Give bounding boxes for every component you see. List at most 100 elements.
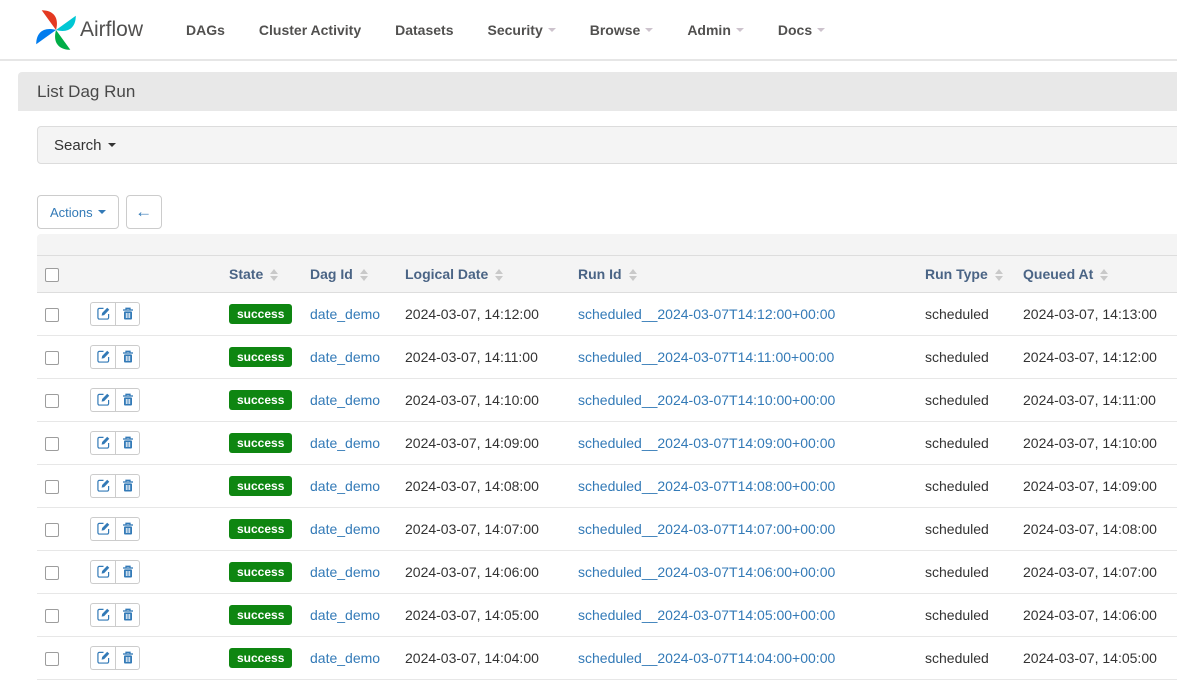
trash-icon — [122, 436, 134, 449]
logical-date-cell: 2024-03-07, 14:08:00 — [397, 464, 570, 507]
edit-button[interactable] — [90, 560, 115, 584]
run-type-cell: scheduled — [917, 593, 1015, 636]
logical-date-cell: 2024-03-07, 14:05:00 — [397, 593, 570, 636]
queued-at-cell: 2024-03-07, 14:10:00 — [1015, 421, 1177, 464]
dag-id-link[interactable]: date_demo — [310, 306, 380, 322]
run-id-link[interactable]: scheduled__2024-03-07T14:09:00+00:00 — [578, 435, 835, 451]
row-checkbox[interactable] — [45, 437, 59, 451]
airflow-brand[interactable]: Airflow — [34, 8, 143, 52]
edit-button[interactable] — [90, 431, 115, 455]
row-checkbox[interactable] — [45, 394, 59, 408]
edit-button[interactable] — [90, 474, 115, 498]
nav-item-dags[interactable]: DAGs — [169, 12, 242, 48]
status-badge: success — [229, 648, 292, 668]
delete-button[interactable] — [115, 474, 140, 498]
nav-item-browse[interactable]: Browse — [573, 12, 671, 48]
edit-button[interactable] — [90, 388, 115, 412]
row-checkbox[interactable] — [45, 351, 59, 365]
row-select-cell — [37, 464, 90, 507]
sort-icon — [995, 269, 1003, 281]
queued-at-cell: 2024-03-07, 14:08:00 — [1015, 507, 1177, 550]
dag-id-link[interactable]: date_demo — [310, 392, 380, 408]
actions-dropdown-button[interactable]: Actions — [37, 195, 119, 229]
row-checkbox[interactable] — [45, 652, 59, 666]
run-id-link[interactable]: scheduled__2024-03-07T14:12:00+00:00 — [578, 306, 835, 322]
delete-button[interactable] — [115, 517, 140, 541]
table-row: success date_demo 2024-03-07, 14:10:00 s… — [37, 378, 1177, 421]
row-checkbox[interactable] — [45, 480, 59, 494]
column-header-run-type[interactable]: Run Type — [917, 256, 1015, 292]
nav-item-security[interactable]: Security — [470, 12, 572, 48]
run-id-link[interactable]: scheduled__2024-03-07T14:05:00+00:00 — [578, 607, 835, 623]
queued-at-cell: 2024-03-07, 14:13:00 — [1015, 292, 1177, 335]
dag-run-table: State Dag Id Logical Date Run Id Run Typ… — [37, 256, 1177, 685]
select-all-checkbox[interactable] — [45, 268, 59, 282]
edit-button[interactable] — [90, 345, 115, 369]
run-id-link[interactable]: scheduled__2024-03-07T14:11:00+00:00 — [578, 349, 834, 365]
edit-button[interactable] — [90, 517, 115, 541]
page-title: List Dag Run — [18, 72, 1177, 111]
edit-button[interactable] — [90, 302, 115, 326]
dag-id-link[interactable]: date_demo — [310, 607, 380, 623]
edit-button[interactable] — [90, 603, 115, 627]
dag-id-link[interactable]: date_demo — [310, 435, 380, 451]
row-actions-cell — [90, 421, 221, 464]
row-select-cell — [37, 636, 90, 679]
delete-button[interactable] — [115, 431, 140, 455]
row-actions-cell — [90, 550, 221, 593]
column-header-queued-at[interactable]: Queued At — [1015, 256, 1177, 292]
edit-pencil-icon — [97, 436, 110, 449]
dag-id-link[interactable]: date_demo — [310, 564, 380, 580]
row-checkbox[interactable] — [45, 308, 59, 322]
search-toggle[interactable]: Search — [37, 126, 1177, 164]
search-label: Search — [54, 137, 102, 154]
run-type-cell: scheduled — [917, 679, 1015, 685]
run-id-link[interactable]: scheduled__2024-03-07T14:07:00+00:00 — [578, 521, 835, 537]
row-checkbox[interactable] — [45, 523, 59, 537]
actions-toolbar: Actions ← — [37, 195, 1177, 229]
delete-button[interactable] — [115, 388, 140, 412]
nav-item-cluster-activity[interactable]: Cluster Activity — [242, 12, 378, 48]
nav-item-docs[interactable]: Docs — [761, 12, 842, 48]
row-actions-cell — [90, 464, 221, 507]
trash-icon — [122, 565, 134, 578]
delete-button[interactable] — [115, 560, 140, 584]
run-type-cell: scheduled — [917, 636, 1015, 679]
chevron-down-icon — [98, 210, 106, 214]
column-header-state[interactable]: State — [221, 256, 302, 292]
run-id-link[interactable]: scheduled__2024-03-07T14:04:00+00:00 — [578, 650, 835, 666]
table-row: success date_demo 2024-03-07, 14:08:00 s… — [37, 464, 1177, 507]
dag-id-link[interactable]: date_demo — [310, 349, 380, 365]
column-header-run-id[interactable]: Run Id — [570, 256, 917, 292]
chevron-down-icon — [548, 28, 556, 32]
dag-id-link[interactable]: date_demo — [310, 478, 380, 494]
column-header-logical-date[interactable]: Logical Date — [397, 256, 570, 292]
chevron-down-icon — [817, 28, 825, 32]
status-badge: success — [229, 519, 292, 539]
delete-button[interactable] — [115, 646, 140, 670]
dag-id-link[interactable]: date_demo — [310, 650, 380, 666]
trash-icon — [122, 307, 134, 320]
trash-icon — [122, 608, 134, 621]
row-checkbox[interactable] — [45, 609, 59, 623]
run-id-link[interactable]: scheduled__2024-03-07T14:10:00+00:00 — [578, 392, 835, 408]
actions-column-header — [90, 256, 221, 292]
column-header-dag-id[interactable]: Dag Id — [302, 256, 397, 292]
back-button[interactable]: ← — [126, 195, 162, 229]
chevron-down-icon — [645, 28, 653, 32]
delete-button[interactable] — [115, 345, 140, 369]
queued-at-cell: 2024-03-07, 14:05:00 — [1015, 636, 1177, 679]
run-id-link[interactable]: scheduled__2024-03-07T14:08:00+00:00 — [578, 478, 835, 494]
trash-icon — [122, 479, 134, 492]
delete-button[interactable] — [115, 603, 140, 627]
status-badge: success — [229, 433, 292, 453]
row-checkbox[interactable] — [45, 566, 59, 580]
nav-item-datasets[interactable]: Datasets — [378, 12, 470, 48]
dag-id-link[interactable]: date_demo — [310, 521, 380, 537]
status-badge: success — [229, 562, 292, 582]
edit-button[interactable] — [90, 646, 115, 670]
edit-pencil-icon — [97, 651, 110, 664]
nav-item-admin[interactable]: Admin — [670, 12, 761, 48]
run-id-link[interactable]: scheduled__2024-03-07T14:06:00+00:00 — [578, 564, 835, 580]
delete-button[interactable] — [115, 302, 140, 326]
